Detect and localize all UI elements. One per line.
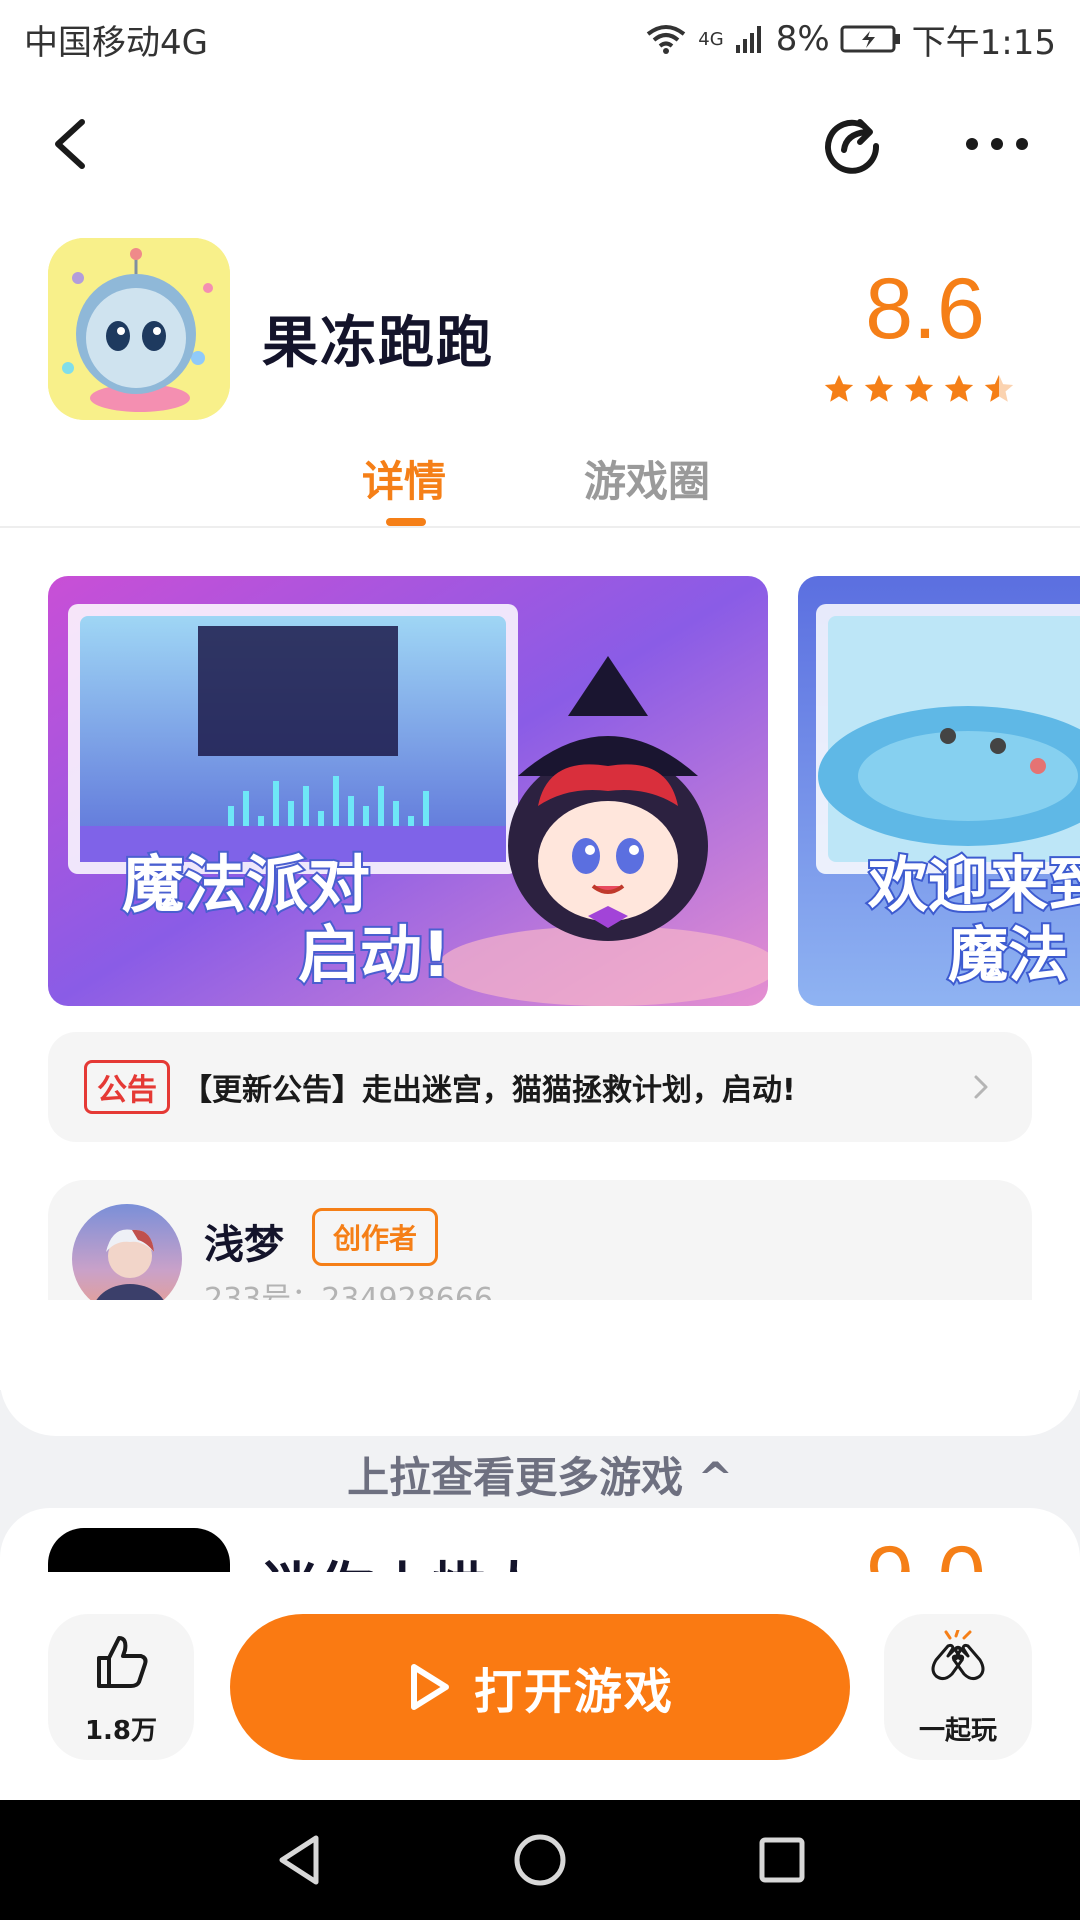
active-tab-indicator (386, 518, 426, 526)
thumbs-up-icon (97, 1636, 148, 1688)
battery-percent: 8% (775, 19, 830, 59)
battery-icon (840, 25, 900, 53)
system-nav-bar (0, 1800, 1080, 1920)
half-star-icon (984, 374, 1014, 402)
screenshot-2[interactable]: 欢迎来到 魔法 (798, 576, 1080, 1006)
author-name: 浅梦 (204, 1222, 284, 1268)
play-icon (410, 1664, 449, 1710)
nav-home-icon[interactable] (510, 1830, 570, 1890)
share-icon[interactable] (820, 112, 884, 176)
tab-game-circle[interactable]: 游戏圈 (584, 448, 710, 509)
tab-bar: 详情 游戏圈 (0, 440, 1080, 528)
avatar[interactable] (72, 1204, 182, 1314)
bottom-action-bar: 1.8万 打开游戏 一起玩 (0, 1572, 1080, 1800)
clock: 下午1:15 (911, 22, 1056, 63)
detail-card-bottom (0, 1300, 1080, 1436)
nav-back-icon[interactable] (270, 1830, 330, 1890)
screenshot-1-title-line2: 启动! (298, 918, 450, 991)
screenshot-gallery[interactable]: 魔法派对 启动! 欢迎来到 魔法 (0, 576, 1080, 1006)
status-icons: 4G 8% 下午1:15 (644, 15, 1056, 64)
chevron-right-icon (974, 1075, 988, 1099)
pull-up-more-games[interactable]: 上拉查看更多游戏 ^ (0, 1444, 1080, 1505)
app-icon (48, 238, 230, 420)
nav-recents-icon[interactable] (752, 1830, 812, 1890)
play-together-button[interactable]: 一起玩 (884, 1614, 1032, 1760)
more-icon[interactable] (962, 112, 1032, 176)
clap-hands-icon (931, 1630, 985, 1681)
screenshot-1[interactable]: 魔法派对 启动! (48, 576, 768, 1006)
network-label: 4G (698, 28, 724, 50)
play-together-label: 一起玩 (918, 1716, 997, 1746)
screenshot-1-title-line1: 魔法派对 (122, 848, 370, 921)
rating-stars (822, 372, 1016, 406)
screenshot-2-title-line2: 魔法 (948, 921, 1068, 991)
announcement-text: 【更新公告】走出迷宫，猫猫拯救计划，启动! (182, 1073, 796, 1108)
tab-details[interactable]: 详情 (362, 448, 446, 509)
star-icon (864, 374, 894, 402)
announcement-badge: 公告 (84, 1060, 170, 1114)
app-title: 果冻跑跑 (262, 311, 494, 376)
carrier-label: 中国移动4G (24, 22, 208, 63)
app-header: 果冻跑跑 8.6 (0, 238, 1080, 428)
rating-score: 8.6 (865, 261, 985, 357)
wifi-icon (647, 25, 686, 54)
announcement-bar[interactable]: 公告 【更新公告】走出迷宫，猫猫拯救计划，启动! (48, 1032, 1032, 1142)
top-bar (0, 96, 1080, 192)
like-button[interactable]: 1.8万 (48, 1614, 194, 1760)
signal-icon (735, 26, 761, 53)
screenshot-2-title-line1: 欢迎来到 (867, 851, 1080, 921)
chevron-left-icon[interactable] (44, 114, 104, 174)
open-game-button[interactable]: 打开游戏 (230, 1614, 850, 1760)
star-icon (824, 374, 854, 402)
star-icon (944, 374, 974, 402)
like-count: 1.8万 (84, 1716, 158, 1746)
open-game-label: 打开游戏 (473, 1664, 674, 1720)
star-icon (904, 374, 934, 402)
creator-badge: 创作者 (312, 1208, 439, 1266)
status-bar: 中国移动4G 4G 8% 下午1:15 (0, 0, 1080, 78)
